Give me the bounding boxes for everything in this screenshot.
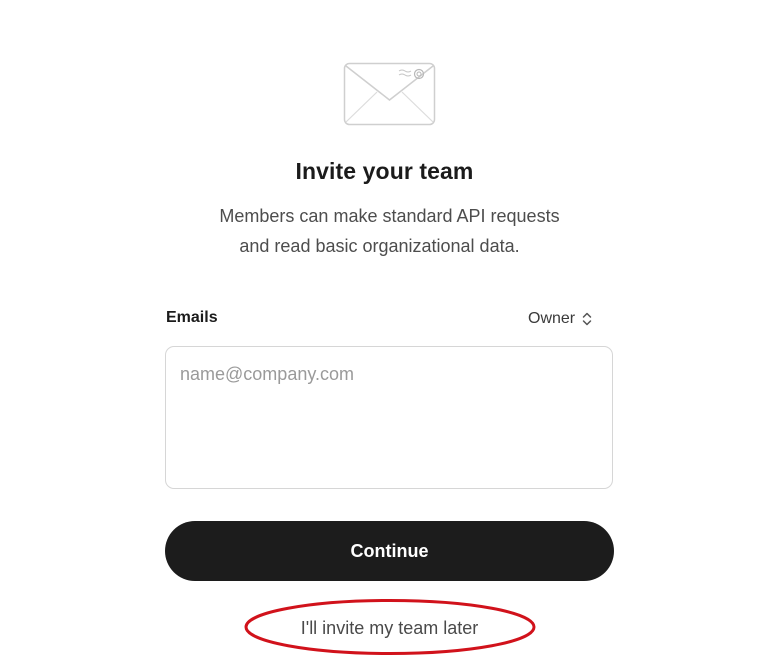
page-subtitle-line-2: and read basic organizational data. [239, 236, 520, 256]
continue-button[interactable]: Continue [165, 521, 614, 581]
page-subtitle-line-1: Members can make standard API requests [219, 206, 560, 226]
page-title: Invite your team [295, 158, 474, 184]
emails-input[interactable] [165, 346, 613, 489]
role-select-value: Owner [528, 310, 576, 327]
emails-label: Emails [166, 309, 218, 326]
red-highlight-ellipse [244, 599, 536, 655]
role-select[interactable]: Owner [528, 307, 593, 331]
envelope-icon [343, 62, 436, 126]
chevron-up-down-icon [582, 312, 592, 326]
